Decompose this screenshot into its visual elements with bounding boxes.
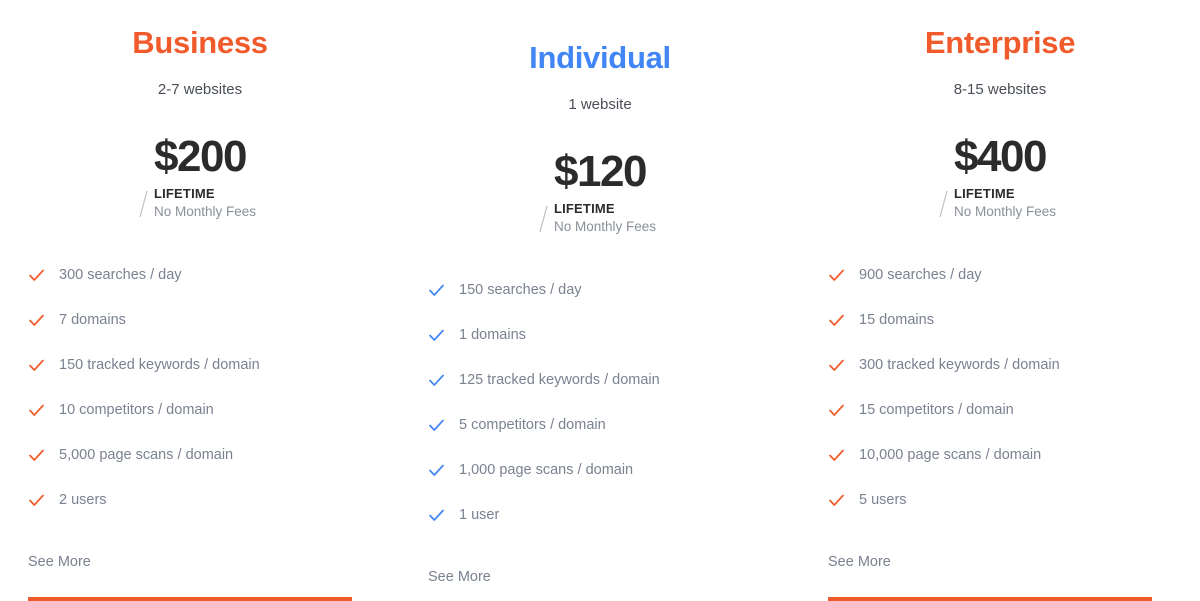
feature-list-individual: 150 searches / day 1 domains 125 tracked… (428, 279, 772, 527)
check-icon (428, 282, 445, 299)
check-icon (28, 357, 45, 374)
list-item: 2 users (28, 489, 372, 512)
pricing-table: Business 2-7 websites $200 LIFETIME No M… (0, 0, 1200, 601)
list-item: 5 users (828, 489, 1172, 512)
list-item: 10 competitors / domain (28, 399, 372, 422)
pricing-plan-individual: Individual 1 website $120 LIFETIME No Mo… (400, 0, 800, 601)
feature-label: 5,000 page scans / domain (59, 447, 234, 464)
feature-label: 15 domains (859, 312, 934, 329)
check-icon (28, 492, 45, 509)
slash-separator-icon (138, 187, 150, 221)
check-icon (828, 402, 845, 419)
plan-name-business: Business (132, 25, 268, 60)
plan-price-business: $200 (154, 132, 247, 181)
check-icon (28, 267, 45, 284)
check-icon (828, 312, 845, 329)
list-item: 125 tracked keywords / domain (428, 369, 772, 392)
list-item: 150 searches / day (428, 279, 772, 302)
plan-term-note-enterprise: No Monthly Fees (953, 203, 1057, 219)
see-more-link-enterprise[interactable]: See More (828, 555, 891, 570)
plan-term-note-individual: No Monthly Fees (553, 218, 657, 234)
feature-label: 15 competitors / domain (859, 402, 1014, 419)
see-more-link-individual[interactable]: See More (428, 570, 491, 585)
plan-websites-enterprise: 8-15 websites (953, 81, 1047, 98)
list-item: 1 domains (428, 324, 772, 347)
check-icon (428, 327, 445, 344)
check-icon (828, 357, 845, 374)
get-started-button-business[interactable]: Get Started (28, 597, 352, 601)
list-item: 10,000 page scans / domain (828, 444, 1172, 467)
feature-label: 150 tracked keywords / domain (59, 357, 260, 374)
plan-term-individual: LIFETIME (553, 201, 615, 216)
check-icon (428, 462, 445, 479)
feature-label: 5 competitors / domain (459, 417, 606, 434)
pricing-plan-enterprise: Enterprise 8-15 websites $400 LIFETIME N… (800, 0, 1200, 601)
plan-term-enterprise: LIFETIME (953, 186, 1015, 201)
pricing-plan-business: Business 2-7 websites $200 LIFETIME No M… (0, 0, 400, 601)
list-item: 15 domains (828, 309, 1172, 332)
plan-term-business: LIFETIME (153, 186, 215, 201)
plan-websites-business: 2-7 websites (157, 81, 243, 98)
slash-separator-icon (938, 187, 950, 221)
check-icon (428, 507, 445, 524)
check-icon (828, 267, 845, 284)
feature-label: 10,000 page scans / domain (859, 447, 1042, 464)
price-block-business: $200 LIFETIME No Monthly Fees (28, 135, 372, 221)
price-meta-individual: LIFETIME No Monthly Fees (538, 201, 657, 236)
slash-separator-icon (538, 202, 550, 236)
feature-label: 1,000 page scans / domain (459, 462, 634, 479)
list-item: 900 searches / day (828, 264, 1172, 287)
list-item: 300 searches / day (28, 264, 372, 287)
feature-list-enterprise: 900 searches / day 15 domains 300 tracke… (828, 264, 1172, 512)
price-meta-business: LIFETIME No Monthly Fees (138, 186, 257, 221)
check-icon (28, 312, 45, 329)
list-item: 1 user (428, 504, 772, 527)
plan-name-enterprise: Enterprise (924, 25, 1076, 60)
list-item: 1,000 page scans / domain (428, 459, 772, 482)
feature-label: 2 users (59, 492, 107, 509)
price-block-enterprise: $400 LIFETIME No Monthly Fees (828, 135, 1172, 221)
check-icon (828, 447, 845, 464)
check-icon (828, 492, 845, 509)
plan-name-individual: Individual (529, 40, 671, 75)
feature-label: 10 competitors / domain (59, 402, 214, 419)
list-item: 15 competitors / domain (828, 399, 1172, 422)
feature-label: 1 user (459, 507, 500, 524)
list-item: 5,000 page scans / domain (28, 444, 372, 467)
feature-label: 5 users (859, 492, 907, 509)
plan-price-individual: $120 (554, 147, 647, 196)
check-icon (28, 402, 45, 419)
plan-websites-individual: 1 website (568, 96, 632, 113)
get-started-button-enterprise[interactable]: Get Started (828, 597, 1152, 601)
feature-label: 7 domains (59, 312, 126, 329)
feature-label: 300 tracked keywords / domain (859, 357, 1060, 374)
price-meta-enterprise: LIFETIME No Monthly Fees (938, 186, 1057, 221)
plan-term-note-business: No Monthly Fees (153, 203, 257, 219)
check-icon (28, 447, 45, 464)
list-item: 150 tracked keywords / domain (28, 354, 372, 377)
feature-label: 150 searches / day (459, 282, 582, 299)
feature-label: 300 searches / day (59, 267, 182, 284)
price-block-individual: $120 LIFETIME No Monthly Fees (428, 150, 772, 236)
list-item: 300 tracked keywords / domain (828, 354, 1172, 377)
feature-list-business: 300 searches / day 7 domains 150 tracked… (28, 264, 372, 512)
check-icon (428, 372, 445, 389)
feature-label: 1 domains (459, 327, 526, 344)
feature-label: 125 tracked keywords / domain (459, 372, 660, 389)
plan-price-enterprise: $400 (954, 132, 1047, 181)
see-more-link-business[interactable]: See More (28, 555, 91, 570)
list-item: 5 competitors / domain (428, 414, 772, 437)
feature-label: 900 searches / day (859, 267, 982, 284)
list-item: 7 domains (28, 309, 372, 332)
check-icon (428, 417, 445, 434)
